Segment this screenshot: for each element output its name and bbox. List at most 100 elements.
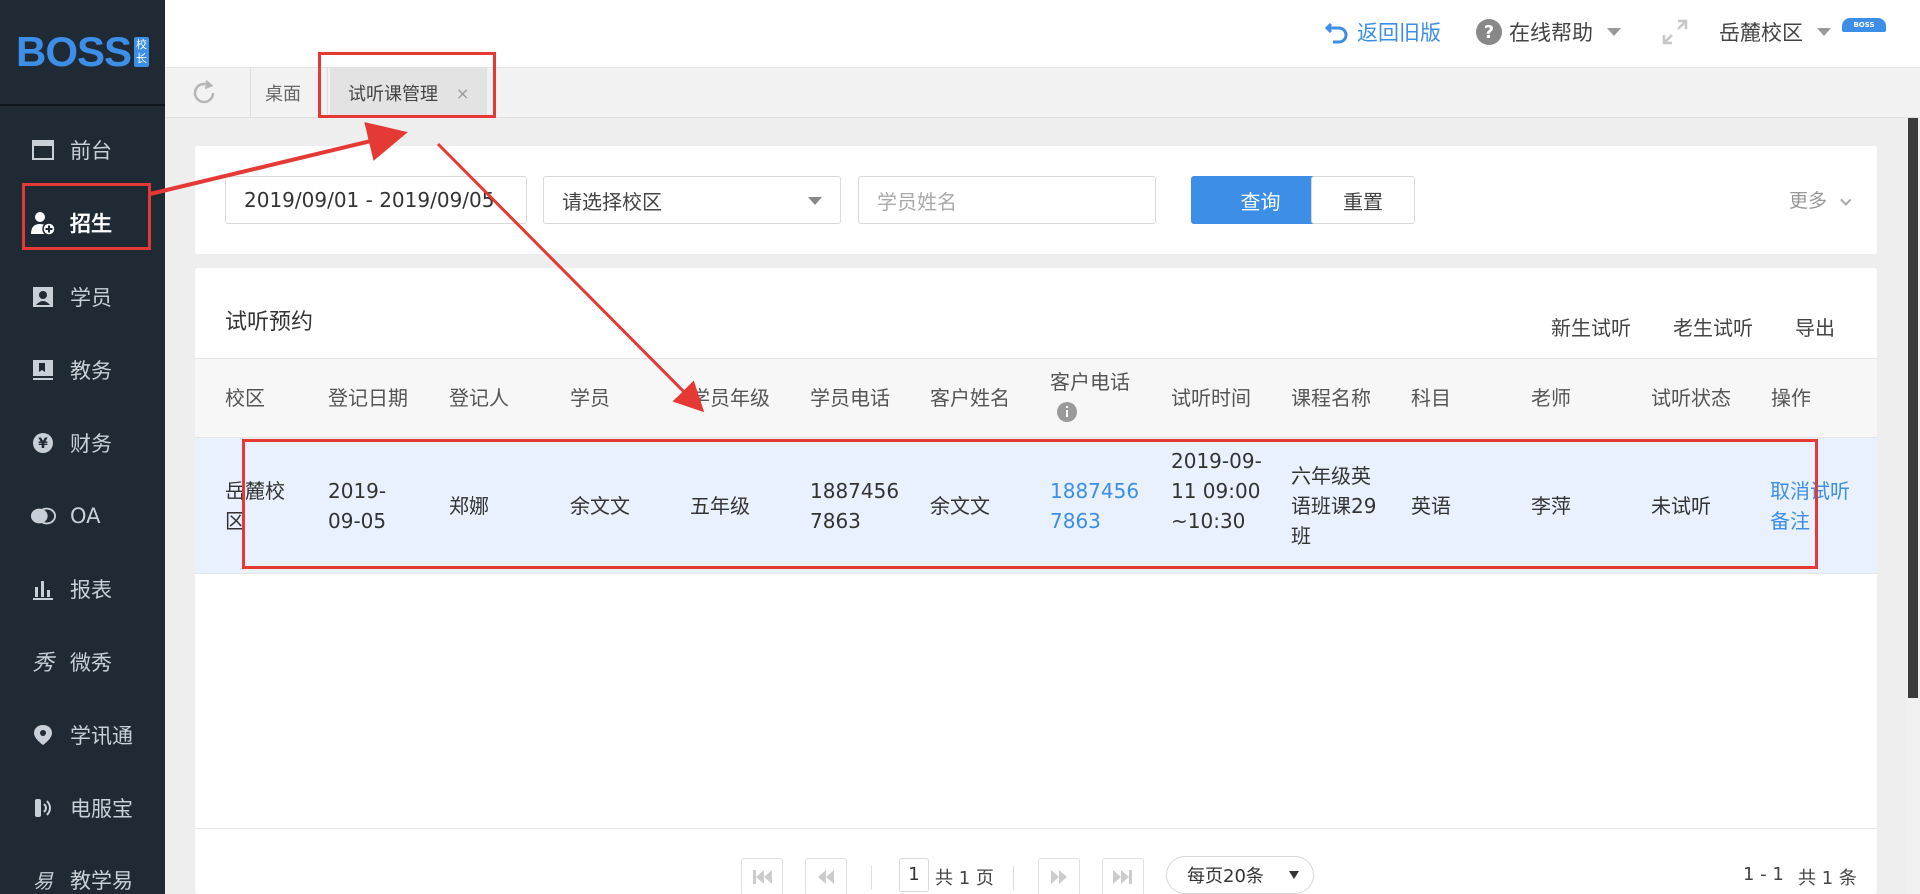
column-header[interactable]: 校区 xyxy=(225,383,265,413)
logo-badge-bottom: 长 xyxy=(136,52,148,65)
sidebar-item-label: 学员 xyxy=(70,286,112,310)
cell-course: 六年级英语班课29班 xyxy=(1291,464,1377,548)
last-page-button[interactable] xyxy=(1102,858,1144,894)
column-header[interactable]: 学员 xyxy=(570,383,610,413)
export-button[interactable]: 导出 xyxy=(1795,312,1835,341)
campus-select-placeholder: 请选择校区 xyxy=(562,189,662,214)
sidebar-item-label: 财务 xyxy=(70,432,112,456)
prev-page-icon xyxy=(818,870,834,884)
refresh-icon xyxy=(193,80,215,104)
cell-customer: 余文文 xyxy=(930,494,990,518)
sidebar-item-dianfubao[interactable]: 电服宝 xyxy=(0,776,165,840)
help-label: 在线帮助 xyxy=(1509,21,1593,45)
prev-page-button[interactable] xyxy=(805,858,847,894)
student-name-placeholder: 学员姓名 xyxy=(877,189,957,214)
column-header[interactable]: 客户电话 xyxy=(1050,367,1130,431)
sidebar-item-oa[interactable]: OA xyxy=(0,484,165,548)
trial-booking-panel: 试听预约 新生试听 老生试听 导出 校区 登记日期 登记人 学员 学员年级 学员… xyxy=(195,268,1877,894)
tab-desktop[interactable]: 桌面 xyxy=(265,68,301,118)
question-icon: ? xyxy=(1476,19,1502,45)
close-icon[interactable]: × xyxy=(456,84,469,103)
cell-teacher: 李萍 xyxy=(1531,494,1571,518)
column-header[interactable]: 科目 xyxy=(1411,383,1451,413)
tab-separator xyxy=(327,68,328,118)
column-header[interactable]: 老师 xyxy=(1531,383,1571,413)
column-header[interactable]: 学员年级 xyxy=(690,383,770,413)
column-header[interactable]: 试听状态 xyxy=(1651,383,1731,413)
chevron-down-icon xyxy=(1840,194,1852,206)
campus-menu[interactable]: 岳麓校区 xyxy=(1719,0,1831,64)
help-menu[interactable]: ? 在线帮助 xyxy=(1475,0,1621,64)
column-header[interactable]: 学员电话 xyxy=(810,383,890,413)
column-header[interactable]: 登记人 xyxy=(449,383,509,413)
column-header[interactable]: 课程名称 xyxy=(1291,383,1371,413)
info-icon[interactable] xyxy=(1056,401,1078,423)
query-button[interactable]: 查询 xyxy=(1191,176,1330,224)
cell-status: 未试听 xyxy=(1651,494,1711,518)
student-name-input[interactable]: 学员姓名 xyxy=(858,176,1156,224)
reset-button-label: 重置 xyxy=(1343,189,1383,214)
sidebar: BOSS 校 长 前台 招生 学员 教务 ¥ 财务 OA 报表 秀 微秀 学讯通… xyxy=(0,0,165,894)
cell-customer-phone-link[interactable]: 18874567863 xyxy=(1050,476,1150,536)
column-header[interactable]: 客户姓名 xyxy=(930,383,1010,413)
chevron-down-icon xyxy=(808,197,822,205)
campus-select[interactable]: 请选择校区 xyxy=(543,176,841,224)
sidebar-item-label: OA xyxy=(70,504,101,528)
cell-trial-time: 2019-09-11 09:00~10:30 xyxy=(1171,449,1262,533)
table-row[interactable]: 岳麓校区 2019-09-05 郑娜 余文文 五年级 18874567863 余… xyxy=(195,438,1877,574)
date-range-value: 2019/09/01 - 2019/09/05 xyxy=(244,188,495,212)
column-header[interactable]: 试听时间 xyxy=(1171,383,1251,413)
sidebar-item-jiaoxueyi[interactable]: 易 教学易 xyxy=(0,848,165,894)
id-card-icon xyxy=(30,284,56,310)
note-link[interactable]: 备注 xyxy=(1770,506,1810,536)
first-page-button[interactable] xyxy=(741,858,783,894)
sidebar-item-academic[interactable]: 教务 xyxy=(0,338,165,402)
sidebar-item-label: 教务 xyxy=(70,359,112,383)
fullscreen-button[interactable] xyxy=(1661,0,1689,64)
sidebar-item-xuexuntong[interactable]: 学讯通 xyxy=(0,703,165,767)
tab-label: 桌面 xyxy=(265,84,301,105)
table-footer-divider xyxy=(195,828,1877,829)
last-page-icon xyxy=(1113,870,1132,884)
add-user-icon xyxy=(30,210,56,236)
page-size-select[interactable]: 每页20条 xyxy=(1166,856,1314,894)
more-filters-toggle[interactable]: 更多 xyxy=(1789,186,1852,213)
logo-badge: 校 长 xyxy=(134,37,150,67)
sidebar-item-enrollment[interactable]: 招生 xyxy=(0,191,165,255)
page-number-input[interactable]: 1 xyxy=(899,858,929,892)
old-student-trial-button[interactable]: 老生试听 xyxy=(1673,312,1753,341)
avatar-text: BOSS xyxy=(1853,21,1875,29)
filter-panel: 2019/09/01 - 2019/09/05 请选择校区 学员姓名 查询 重置… xyxy=(195,146,1877,254)
sidebar-item-weixiu[interactable]: 秀 微秀 xyxy=(0,630,165,694)
yen-icon: ¥ xyxy=(30,430,56,456)
old-version-link[interactable]: 返回旧版 xyxy=(1323,0,1441,64)
sidebar-item-front-desk[interactable]: 前台 xyxy=(0,118,165,182)
expand-icon xyxy=(1662,19,1688,45)
sidebar-item-students[interactable]: 学员 xyxy=(0,265,165,329)
tab-trial-lesson-management[interactable]: 试听课管理 × xyxy=(330,68,488,118)
next-page-button[interactable] xyxy=(1038,858,1080,894)
tabs-bar: 桌面 试听课管理 × xyxy=(165,68,1920,118)
sidebar-item-label: 前台 xyxy=(70,139,112,163)
cancel-trial-link[interactable]: 取消试听 xyxy=(1770,476,1850,506)
column-header[interactable]: 登记日期 xyxy=(328,383,408,413)
date-range-input[interactable]: 2019/09/01 - 2019/09/05 xyxy=(225,176,527,224)
avatar[interactable]: BOSS xyxy=(1842,18,1886,32)
sidebar-item-reports[interactable]: 报表 xyxy=(0,557,165,621)
calendar-icon xyxy=(30,137,56,163)
svg-text:?: ? xyxy=(1484,22,1494,43)
column-header[interactable]: 操作 xyxy=(1771,383,1811,413)
refresh-button[interactable] xyxy=(189,78,219,108)
pager-separator xyxy=(1013,866,1014,890)
panel-title: 试听预约 xyxy=(225,310,314,335)
pager-separator xyxy=(871,866,872,890)
chevron-down-icon xyxy=(1607,28,1621,36)
cell-student: 余文文 xyxy=(570,494,630,518)
svg-text:易: 易 xyxy=(33,869,54,893)
record-total: 共 1 条 xyxy=(1798,868,1857,889)
reset-button[interactable]: 重置 xyxy=(1311,176,1415,224)
logo[interactable]: BOSS 校 长 xyxy=(0,0,165,106)
new-student-trial-button[interactable]: 新生试听 xyxy=(1551,312,1631,341)
scrollbar-thumb[interactable] xyxy=(1908,118,1918,698)
sidebar-item-finance[interactable]: ¥ 财务 xyxy=(0,411,165,475)
